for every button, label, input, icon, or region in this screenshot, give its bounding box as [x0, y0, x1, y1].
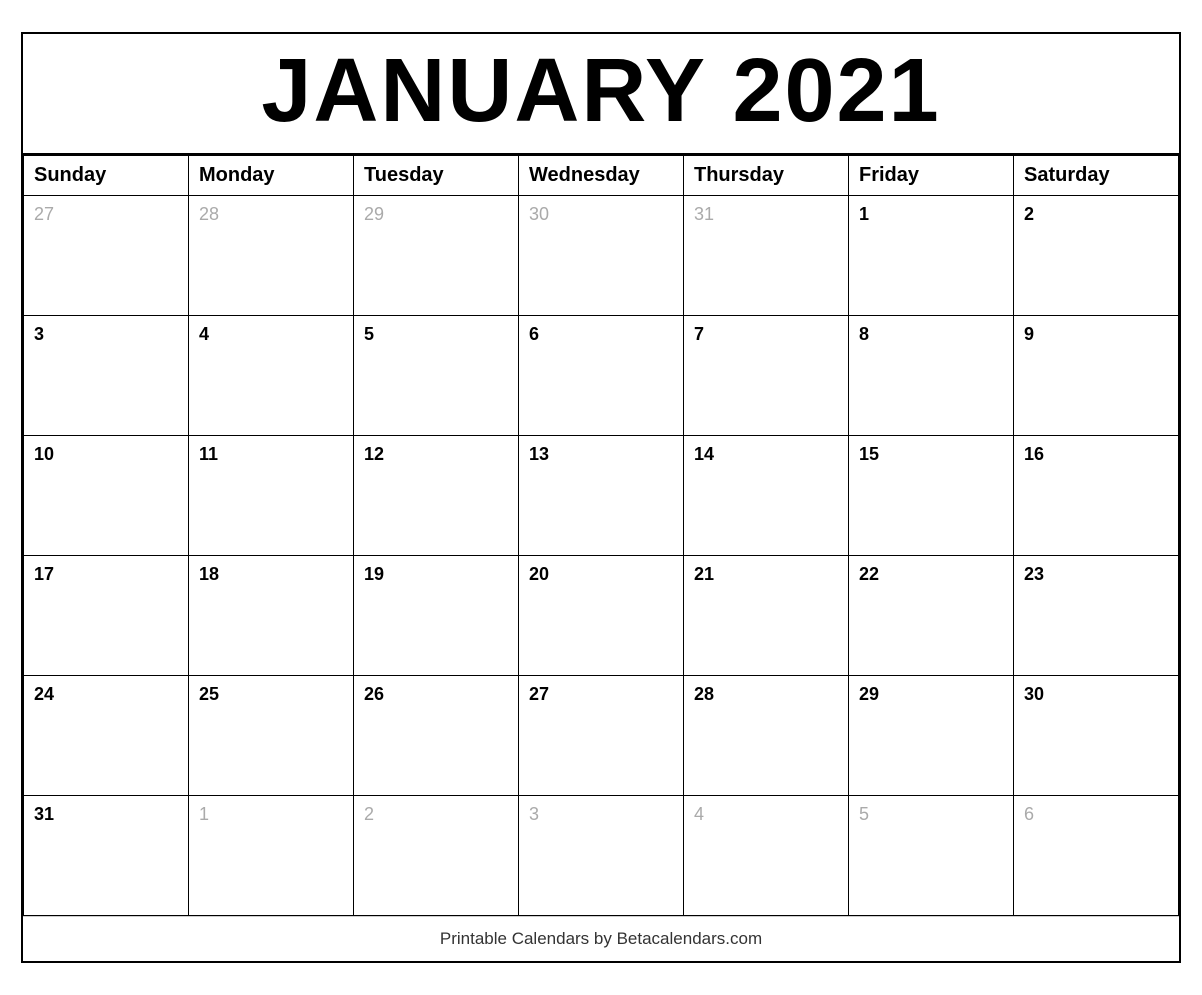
- calendar-week-2: 10111213141516: [24, 436, 1179, 556]
- day-header-tuesday: Tuesday: [354, 156, 519, 196]
- calendar-day[interactable]: 11: [189, 436, 354, 556]
- day-header-saturday: Saturday: [1014, 156, 1179, 196]
- calendar-week-5: 31123456: [24, 796, 1179, 916]
- calendar-week-3: 17181920212223: [24, 556, 1179, 676]
- calendar-day[interactable]: 8: [849, 316, 1014, 436]
- calendar-day[interactable]: 30: [519, 196, 684, 316]
- calendar-day[interactable]: 2: [354, 796, 519, 916]
- calendar-day[interactable]: 9: [1014, 316, 1179, 436]
- calendar-day[interactable]: 6: [519, 316, 684, 436]
- calendar-week-0: 272829303112: [24, 196, 1179, 316]
- day-header-thursday: Thursday: [684, 156, 849, 196]
- day-header-sunday: Sunday: [24, 156, 189, 196]
- calendar-day[interactable]: 18: [189, 556, 354, 676]
- calendar-day[interactable]: 30: [1014, 676, 1179, 796]
- calendar-day[interactable]: 5: [354, 316, 519, 436]
- calendar-container: JANUARY 2021 SundayMondayTuesdayWednesda…: [21, 32, 1181, 964]
- day-header-monday: Monday: [189, 156, 354, 196]
- calendar-day[interactable]: 16: [1014, 436, 1179, 556]
- calendar-day[interactable]: 12: [354, 436, 519, 556]
- days-of-week-row: SundayMondayTuesdayWednesdayThursdayFrid…: [24, 156, 1179, 196]
- calendar-day[interactable]: 21: [684, 556, 849, 676]
- calendar-day[interactable]: 17: [24, 556, 189, 676]
- calendar-day[interactable]: 2: [1014, 196, 1179, 316]
- calendar-day[interactable]: 7: [684, 316, 849, 436]
- calendar-day[interactable]: 29: [849, 676, 1014, 796]
- calendar-day[interactable]: 22: [849, 556, 1014, 676]
- calendar-day[interactable]: 3: [519, 796, 684, 916]
- calendar-day[interactable]: 20: [519, 556, 684, 676]
- calendar-day[interactable]: 25: [189, 676, 354, 796]
- calendar-day[interactable]: 4: [189, 316, 354, 436]
- calendar-day[interactable]: 19: [354, 556, 519, 676]
- calendar-day[interactable]: 23: [1014, 556, 1179, 676]
- calendar-day[interactable]: 1: [189, 796, 354, 916]
- calendar-day[interactable]: 3: [24, 316, 189, 436]
- calendar-day[interactable]: 28: [684, 676, 849, 796]
- calendar-week-4: 24252627282930: [24, 676, 1179, 796]
- calendar-day[interactable]: 28: [189, 196, 354, 316]
- calendar-day[interactable]: 1: [849, 196, 1014, 316]
- calendar-day[interactable]: 27: [24, 196, 189, 316]
- calendar-day[interactable]: 27: [519, 676, 684, 796]
- calendar-day[interactable]: 15: [849, 436, 1014, 556]
- calendar-day[interactable]: 29: [354, 196, 519, 316]
- calendar-footer: Printable Calendars by Betacalendars.com: [23, 916, 1179, 961]
- calendar-header: JANUARY 2021: [23, 34, 1179, 156]
- calendar-day[interactable]: 5: [849, 796, 1014, 916]
- day-header-wednesday: Wednesday: [519, 156, 684, 196]
- calendar-title: JANUARY 2021: [23, 44, 1179, 139]
- calendar-day[interactable]: 4: [684, 796, 849, 916]
- calendar-day[interactable]: 14: [684, 436, 849, 556]
- calendar-week-1: 3456789: [24, 316, 1179, 436]
- calendar-day[interactable]: 6: [1014, 796, 1179, 916]
- calendar-day[interactable]: 10: [24, 436, 189, 556]
- day-header-friday: Friday: [849, 156, 1014, 196]
- calendar-day[interactable]: 31: [684, 196, 849, 316]
- calendar-day[interactable]: 24: [24, 676, 189, 796]
- calendar-day[interactable]: 26: [354, 676, 519, 796]
- calendar-day[interactable]: 13: [519, 436, 684, 556]
- calendar-grid: SundayMondayTuesdayWednesdayThursdayFrid…: [23, 155, 1179, 916]
- calendar-day[interactable]: 31: [24, 796, 189, 916]
